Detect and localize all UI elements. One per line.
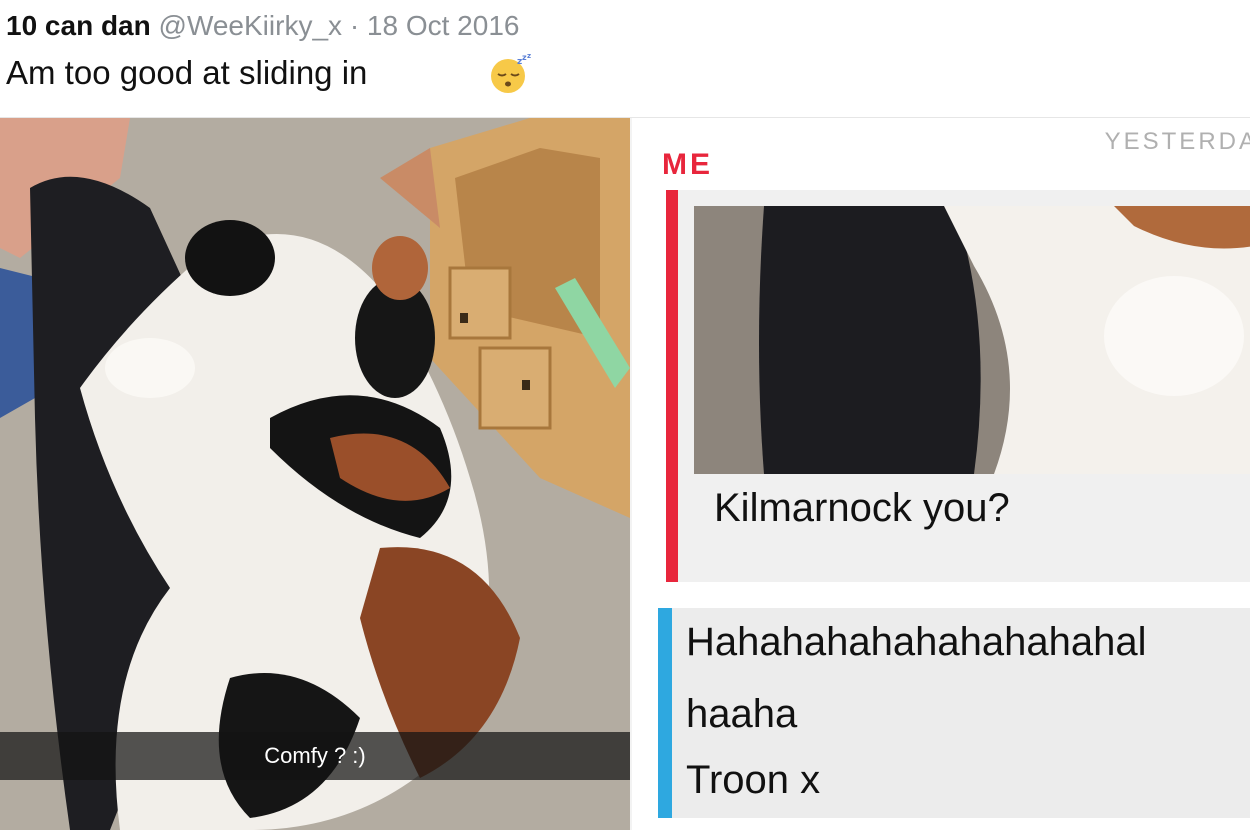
- me-message-text: Kilmarnock you?: [714, 486, 1010, 530]
- day-label: YESTERDA: [1104, 128, 1250, 155]
- user-handle[interactable]: @WeeKiirky_x: [159, 10, 343, 41]
- meta-separator: ·: [349, 10, 360, 41]
- sender-label-me: ME: [662, 148, 713, 181]
- snap-caption: Comfy ? :): [264, 743, 366, 768]
- chat-panel: YESTERDA ME Kilmarnock you? Hahahahahaha…: [630, 118, 1250, 830]
- reply-line: haaha: [686, 692, 798, 736]
- reply-message-accent: [658, 608, 672, 818]
- tweet-text: Am too good at sliding in: [6, 54, 368, 91]
- cat-photo[interactable]: Comfy ? :): [0, 118, 630, 830]
- svg-text:z: z: [527, 52, 531, 60]
- me-message-accent: [666, 190, 678, 582]
- tweet-meta: 10 can dan @WeeKiirky_x · 18 Oct 2016: [6, 10, 519, 42]
- thumbnail-illustration: [694, 206, 1250, 474]
- cat-photo-illustration: [0, 118, 630, 830]
- reply-line: Troon x: [686, 758, 821, 802]
- reply-line: Hahahahahahahahahahal: [686, 620, 1147, 664]
- snap-caption-bar: Comfy ? :): [0, 732, 630, 780]
- tweet-header: 10 can dan @WeeKiirky_x · 18 Oct 2016 Am…: [0, 0, 1250, 118]
- reply-message-bubble[interactable]: Hahahahahahahahahahal haaha Troon x: [672, 608, 1250, 818]
- shared-photo-thumbnail[interactable]: [694, 206, 1250, 474]
- tweet-date[interactable]: 18 Oct 2016: [367, 10, 520, 41]
- display-name[interactable]: 10 can dan: [6, 10, 151, 41]
- me-message-bubble[interactable]: Kilmarnock you?: [678, 190, 1250, 582]
- sleeping-face-emoji-icon: z z z: [491, 52, 531, 93]
